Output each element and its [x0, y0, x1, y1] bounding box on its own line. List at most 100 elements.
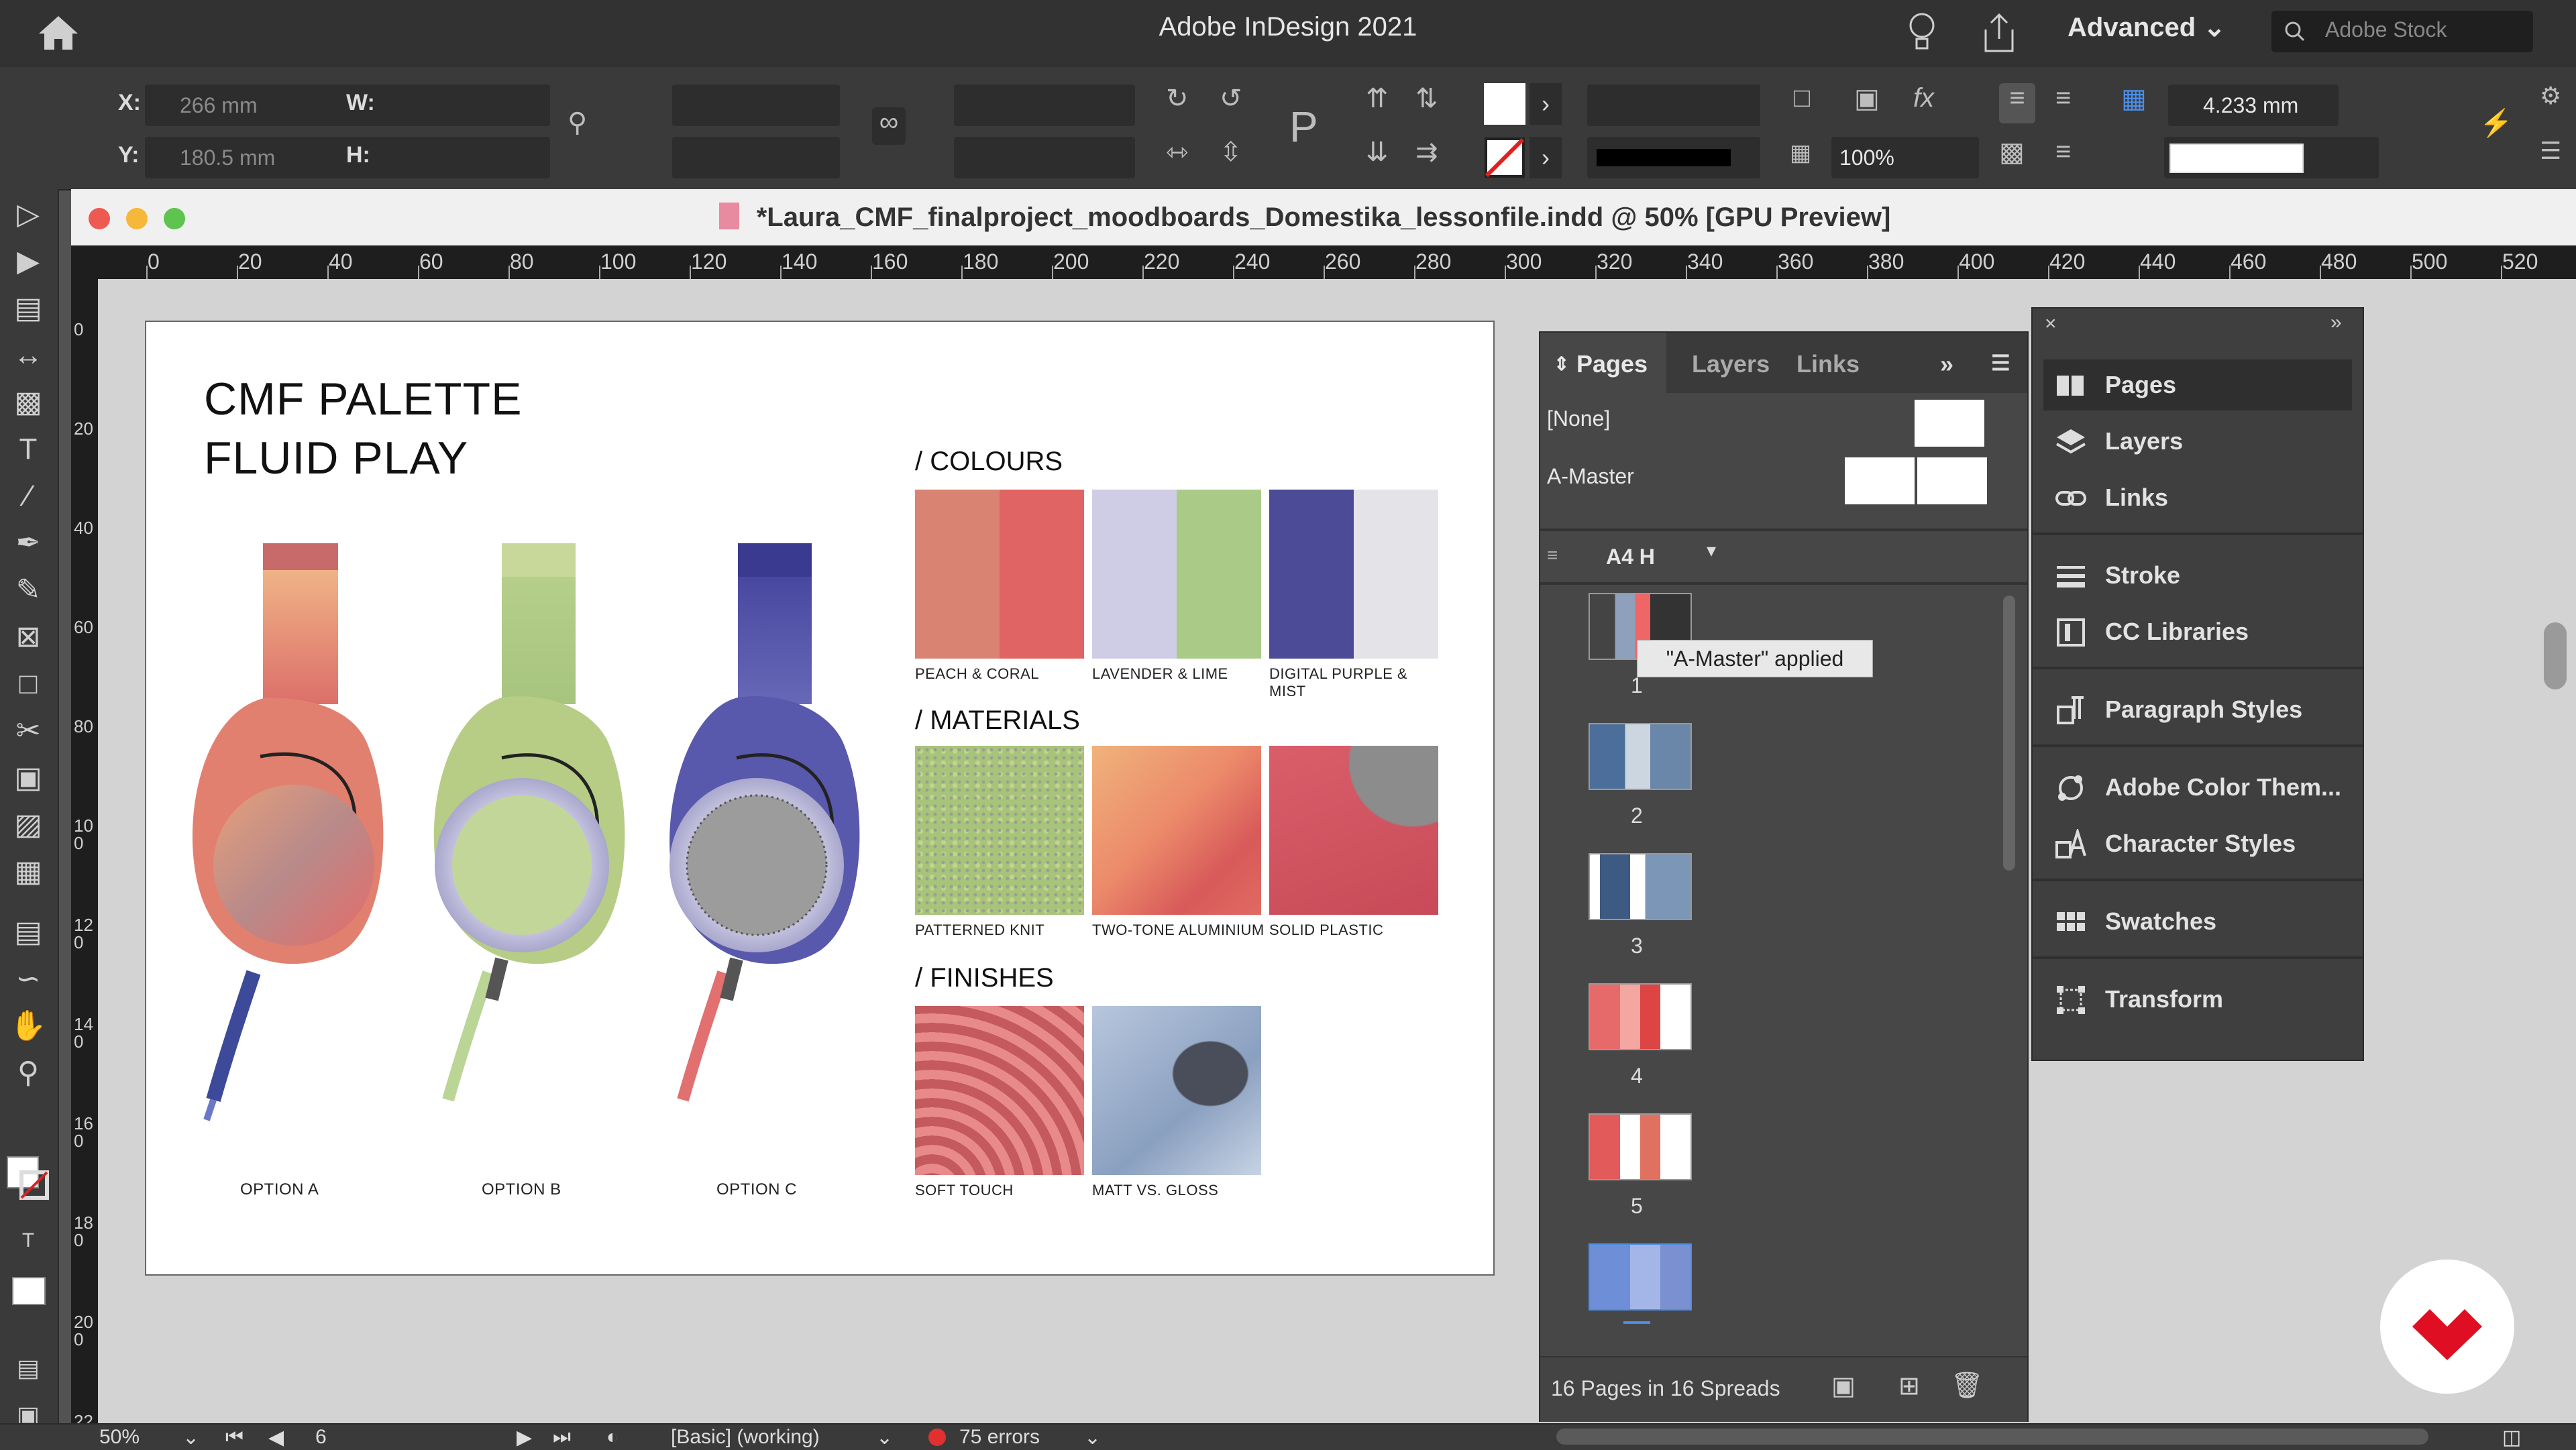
direct-selection-tool-icon[interactable]: ▶	[9, 243, 47, 280]
master-none-thumbnail[interactable]	[1915, 400, 1984, 447]
dock-item-paragraph-styles[interactable]: Paragraph Styles	[2043, 684, 2352, 735]
width-field[interactable]	[377, 85, 550, 126]
fit-frame-icon[interactable]: □	[1794, 83, 1810, 113]
gap-tool-icon[interactable]: ↔	[9, 337, 47, 374]
eyedropper-tool-icon[interactable]: ∽	[9, 960, 47, 998]
page-thumbnail-5[interactable]	[1589, 1113, 1692, 1180]
content-collector-icon[interactable]: ▩	[9, 384, 47, 421]
stroke-none-swatch[interactable]	[1484, 137, 1525, 178]
corner-options-select[interactable]	[2164, 137, 2379, 178]
page-size-label[interactable]: A4 H	[1606, 545, 1655, 569]
page-thumbnail-4[interactable]	[1589, 983, 1692, 1050]
opacity-field[interactable]: 100%	[1831, 137, 1979, 178]
horizontal-scrollbar[interactable]	[1556, 1429, 2428, 1445]
trash-icon[interactable]: 🗑	[1951, 1371, 1983, 1400]
chevron-down-icon[interactable]: ⌄	[876, 1426, 893, 1449]
free-transform-tool-icon[interactable]: ▣	[9, 759, 47, 797]
select-previous-icon[interactable]: ⇊	[1366, 137, 1389, 168]
flip-horizontal-icon[interactable]: ⇿	[1166, 137, 1189, 168]
dock-item-layers[interactable]: Layers	[2043, 416, 2352, 467]
new-page-icon[interactable]: ⊞	[1898, 1371, 1920, 1401]
line-tool-icon[interactable]: ∕	[9, 478, 47, 515]
a-master-label[interactable]: A-Master	[1547, 464, 1634, 489]
select-content-icon[interactable]: ⇅	[1415, 83, 1438, 114]
tab-pages[interactable]: Pages	[1576, 350, 1648, 378]
a-master-thumbnail-left[interactable]	[1845, 457, 1915, 504]
dock-item-stroke[interactable]: Stroke	[2043, 550, 2352, 601]
previous-page-icon[interactable]: ◀	[268, 1426, 284, 1449]
double-chevron-icon[interactable]: »	[1940, 350, 1953, 378]
stroke-swatch-menu[interactable]: ›	[1529, 137, 1562, 178]
rectangle-tool-icon[interactable]: □	[9, 665, 47, 703]
last-page-icon[interactable]: ⏭	[553, 1426, 571, 1449]
master-none-label[interactable]: [None]	[1547, 406, 1610, 431]
dock-item-pages[interactable]: Pages	[2043, 359, 2352, 410]
rotation-field[interactable]	[954, 85, 1135, 126]
first-page-icon[interactable]: ⏮	[225, 1426, 244, 1449]
formatting-affects-text-icon[interactable]: T	[9, 1222, 47, 1260]
chevron-down-icon[interactable]: ⌄	[1084, 1426, 1101, 1449]
tab-layers[interactable]: Layers	[1692, 350, 1770, 378]
tab-expand-icon[interactable]: ⇕	[1554, 353, 1569, 375]
type-tool-icon[interactable]: T	[9, 431, 47, 468]
flip-vertical-icon[interactable]: ⇳	[1220, 137, 1242, 168]
text-wrap-icon[interactable]: ≡	[2055, 83, 2071, 113]
auto-fit-icon[interactable]: ▩	[1999, 137, 2025, 168]
dock-item-swatches[interactable]: Swatches	[2043, 896, 2352, 947]
workspace-switcher[interactable]: Advanced ⌄	[2068, 12, 2226, 43]
page-thumbnail-6[interactable]	[1589, 1243, 1692, 1310]
stroke-color-icon[interactable]	[19, 1170, 50, 1201]
split-window-icon[interactable]: ◫	[2502, 1426, 2521, 1449]
dock-item-links[interactable]: Links	[2043, 472, 2352, 523]
scale-y-field[interactable]	[672, 137, 840, 178]
document-vertical-scrollbar[interactable]	[2544, 622, 2567, 689]
panel-menu-icon[interactable]: ☰	[2540, 137, 2561, 165]
stroke-type-select[interactable]	[1587, 137, 1760, 178]
quick-apply-icon[interactable]: ⚡	[2479, 107, 2513, 139]
horizontal-ruler[interactable]: 0 20 40 60 80 100 120 140 160 180 200 220 240 260 280 3…	[98, 245, 2576, 279]
paragraph-p-icon[interactable]: P	[1289, 102, 1318, 152]
pages-scrollbar[interactable]	[2003, 596, 2015, 871]
rotate-clockwise-icon[interactable]: ↻	[1166, 83, 1189, 114]
preflight-errors[interactable]: 75 errors	[959, 1426, 1040, 1449]
fill-swatch[interactable]	[1484, 83, 1525, 125]
select-next-icon[interactable]: ⇉	[1415, 137, 1438, 168]
page-thumbnail-3[interactable]	[1589, 853, 1692, 920]
gradient-swatch-tool-icon[interactable]: ▨	[9, 806, 47, 844]
zoom-level[interactable]: 50%	[99, 1426, 140, 1449]
vertical-ruler[interactable]: 020406080100120140160180200220	[71, 245, 98, 1447]
pencil-tool-icon[interactable]: ✎	[9, 571, 47, 609]
document-page[interactable]: CMF PALETTE FLUID PLAY OPTION A OPTION B…	[146, 322, 1493, 1274]
dock-item-character-styles[interactable]: Character Styles	[2043, 818, 2352, 869]
stroke-weight-mm-field[interactable]: 4.233 mm	[2168, 85, 2339, 126]
chevron-down-icon[interactable]: ▾	[1707, 539, 1716, 561]
share-icon[interactable]	[1979, 9, 2019, 56]
zoom-tool-icon[interactable]: ⚲	[9, 1054, 47, 1092]
gear-icon[interactable]: ⚙	[2540, 82, 2561, 110]
stroke-weight-field[interactable]	[1587, 85, 1760, 126]
align-left-icon[interactable]: ≡	[1999, 83, 2035, 123]
effects-fx-icon[interactable]: fx	[1913, 83, 1934, 113]
page-thumbnail-2[interactable]	[1589, 723, 1692, 790]
page-tool-icon[interactable]: ▤	[9, 290, 47, 327]
expand-panels-icon[interactable]: »	[2330, 311, 2342, 334]
screen-mode-icon[interactable]: ▤	[9, 1349, 47, 1387]
scissors-tool-icon[interactable]: ✂	[9, 712, 47, 750]
tab-links[interactable]: Links	[1796, 350, 1860, 378]
panel-menu-icon[interactable]: ☰	[1991, 350, 2010, 376]
shear-field[interactable]	[954, 137, 1135, 178]
apply-color-icon[interactable]	[12, 1277, 46, 1305]
selection-tool-icon[interactable]: ▷	[9, 196, 47, 233]
dock-item-adobe-color-themes[interactable]: Adobe Color Them...	[2043, 762, 2352, 813]
height-field[interactable]	[377, 137, 550, 178]
link-icon[interactable]: ∞	[872, 107, 906, 145]
chevron-down-icon[interactable]: ⌄	[182, 1426, 199, 1449]
dock-item-cc-libraries[interactable]: CC Libraries	[2043, 606, 2352, 657]
reference-point-icon[interactable]: ▦	[2121, 83, 2147, 114]
lightbulb-icon[interactable]	[1905, 9, 1939, 56]
a-master-thumbnail-right[interactable]	[1917, 457, 1987, 504]
select-container-icon[interactable]: ⇈	[1366, 83, 1389, 114]
gradient-feather-tool-icon[interactable]: ▦	[9, 853, 47, 891]
preflight-profile[interactable]: [Basic] (working)	[671, 1426, 820, 1449]
rotate-counterclockwise-icon[interactable]: ↺	[1220, 83, 1242, 114]
